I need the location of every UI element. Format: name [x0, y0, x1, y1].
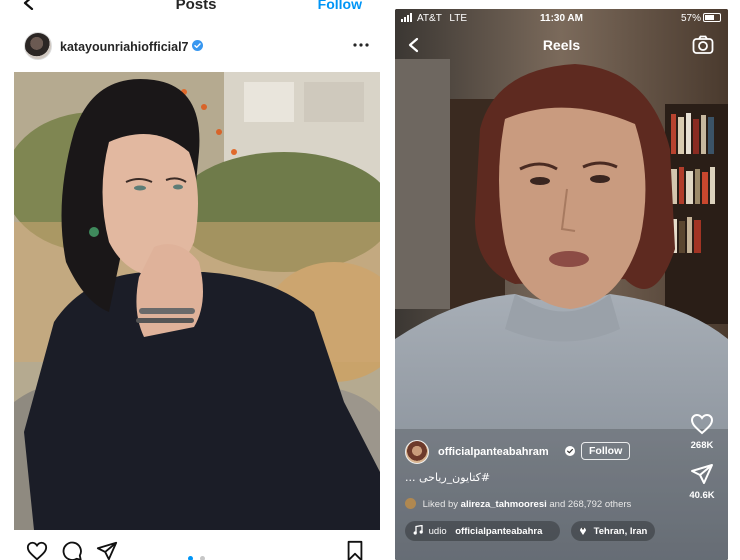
reel-side-actions: 268K 40.6K — [685, 413, 719, 501]
post-actions — [0, 536, 392, 560]
post-username[interactable]: katayounriahiofficial7 — [60, 40, 189, 54]
share-count: 40.6K — [689, 490, 715, 501]
reel-meta-row: udio officialpanteabahra Tehran, Iran — [405, 521, 725, 543]
reel-username[interactable]: officialpanteabahram — [438, 446, 549, 458]
more-options-icon[interactable] — [352, 38, 370, 52]
liked-by-user[interactable]: alireza_tahmooresi — [461, 499, 547, 510]
reels-screen: AT&T LTE 11:30 AM 57% Reels 268K 40.6K o… — [395, 9, 728, 560]
follow-button[interactable]: Follow — [581, 442, 631, 460]
verified-badge-icon — [192, 40, 203, 51]
liker-avatar — [405, 498, 416, 509]
heart-icon[interactable] — [690, 413, 714, 435]
camera-icon[interactable] — [692, 35, 714, 55]
location-pill[interactable]: Tehran, Iran — [571, 521, 656, 541]
audio-label: udio — [428, 526, 447, 537]
verified-badge-icon — [565, 446, 575, 456]
share-icon[interactable] — [96, 540, 118, 560]
audio-user: officialpanteabahra — [455, 526, 543, 537]
share-icon[interactable] — [690, 463, 714, 485]
battery-percent: 57% — [681, 13, 702, 24]
music-note-icon — [413, 525, 423, 535]
avatar[interactable] — [24, 32, 52, 60]
post-screen: Posts Follow katayounriahiofficial7 — [0, 0, 392, 560]
status-bar: AT&T LTE 11:30 AM 57% — [395, 9, 728, 29]
reels-header: Reels — [395, 33, 728, 59]
carousel-indicator — [188, 548, 208, 560]
carousel-dot — [200, 556, 206, 560]
status-time: 11:30 AM — [540, 13, 583, 24]
woman-portrait-image — [14, 72, 380, 530]
like-count: 268K — [690, 440, 714, 451]
liked-by-prefix: Liked by — [422, 499, 459, 510]
post-photo[interactable] — [14, 72, 380, 530]
heart-icon[interactable] — [26, 540, 48, 560]
carousel-dot-active — [188, 556, 193, 560]
reel-owner: officialpanteabahram Follow — [405, 439, 685, 465]
follow-button[interactable]: Follow — [318, 0, 362, 12]
battery-icon — [703, 13, 721, 22]
location-label: Tehran, Iran — [593, 526, 648, 537]
page-title: Reels — [542, 37, 581, 53]
liked-by-row[interactable]: Liked by alireza_tahmooresi and 268,792 … — [405, 498, 631, 510]
posts-topbar: Posts Follow — [0, 0, 392, 20]
bookmark-icon[interactable] — [344, 540, 366, 560]
avatar[interactable] — [405, 440, 429, 464]
audio-pill[interactable]: udio officialpanteabahra — [405, 521, 560, 541]
reel-caption[interactable]: #کتایون_ریاحی ... — [405, 471, 490, 484]
location-pin-icon — [580, 527, 586, 535]
post-header: katayounriahiofficial7 — [0, 30, 392, 66]
liked-by-suffix: and 268,792 others — [549, 499, 632, 510]
comment-icon[interactable] — [61, 540, 83, 560]
